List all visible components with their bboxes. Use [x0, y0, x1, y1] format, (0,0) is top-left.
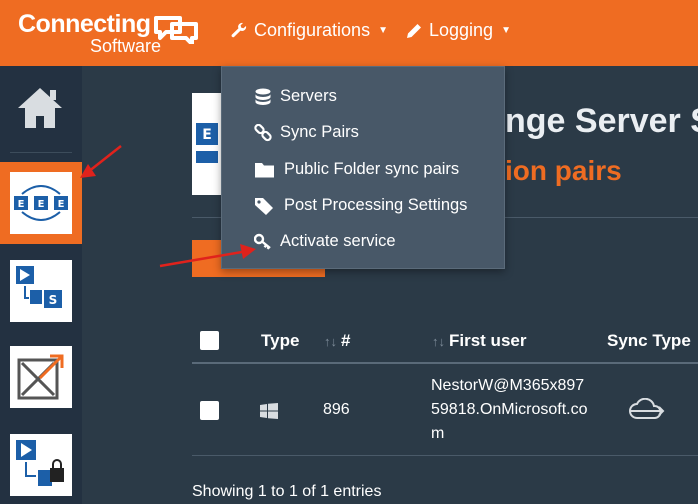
menu-item-post-processing-settings[interactable]: Post Processing Settings — [254, 196, 467, 215]
brand-subname: Software — [90, 36, 162, 56]
link-icon — [254, 123, 272, 141]
nav-logging[interactable]: Logging ▼ — [406, 20, 511, 41]
configurations-dropdown: Servers Sync Pairs Public Folder sync pa… — [221, 66, 505, 269]
sidebar-item-migration[interactable] — [10, 346, 72, 408]
brand-logo[interactable]: Connecting Software — [18, 10, 208, 56]
brand-name: Connecting — [18, 10, 151, 38]
wrench-icon — [231, 22, 247, 37]
nav-configurations-label: Configurations — [254, 20, 371, 40]
menu-item-label: Sync Pairs — [280, 123, 359, 141]
table-info: Showing 1 to 1 of 1 entries — [192, 483, 382, 500]
svg-text:E: E — [18, 199, 25, 210]
sidebar-item-dynamics-sharepoint[interactable]: S — [10, 260, 72, 322]
page-title: nge Server S — [505, 102, 698, 140]
sidebar-divider — [10, 152, 72, 153]
sort-icon: ↑↓ — [324, 334, 337, 349]
select-all-checkbox[interactable] — [200, 331, 219, 350]
menu-item-sync-pairs[interactable]: Sync Pairs — [254, 123, 359, 142]
exchange-logo: E — [192, 93, 222, 195]
brand-mark-icon — [154, 16, 198, 44]
page-subtitle: ion pairs — [505, 155, 622, 186]
column-header-id[interactable]: ↑↓ # — [324, 331, 350, 351]
exchange-sync-app-icon: E E E — [10, 172, 72, 234]
folder-icon — [255, 162, 274, 177]
nav-logging-label: Logging — [429, 20, 494, 40]
menu-item-activate-service[interactable]: Activate service — [254, 232, 396, 251]
menu-item-label: Servers — [280, 87, 337, 105]
table-header-divider — [192, 362, 698, 364]
column-header-sync-type[interactable]: Sync Type — [607, 331, 691, 351]
menu-item-servers[interactable]: Servers — [254, 87, 337, 106]
menu-item-label: Public Folder sync pairs — [284, 160, 460, 178]
table-row-divider — [192, 455, 698, 456]
top-bar: Connecting Software Configurations ▼ Log… — [0, 0, 698, 66]
windows-icon — [260, 403, 278, 419]
row-first-user: NestorW@M365x89759818.OnMicrosoft.com — [431, 377, 588, 442]
dynamics-lock-app-icon — [16, 440, 64, 486]
row-checkbox[interactable] — [200, 401, 219, 420]
migration-app-icon — [17, 354, 64, 400]
annotation-arrowhead-sidebar — [80, 164, 96, 178]
nav-configurations[interactable]: Configurations ▼ — [230, 20, 388, 41]
annotation-arrow-sidebar — [87, 145, 122, 173]
svg-text:E: E — [202, 127, 212, 143]
chevron-down-icon: ▼ — [501, 25, 511, 36]
sidebar-item-exchange-sync[interactable]: E E E — [0, 162, 82, 244]
sidebar: E E E S — [0, 66, 82, 504]
sidebar-item-dynamics-secure[interactable] — [10, 434, 72, 496]
column-header-first-user[interactable]: ↑↓ First user — [432, 331, 526, 351]
sort-icon: ↑↓ — [432, 334, 445, 349]
key-icon — [254, 233, 271, 250]
dynamics-sharepoint-app-icon: S — [16, 266, 62, 308]
column-header-type[interactable]: Type — [261, 331, 299, 351]
svg-text:E: E — [58, 199, 65, 210]
chevron-down-icon: ▼ — [378, 25, 388, 36]
tag-icon — [255, 197, 273, 215]
menu-item-public-folder-sync-pairs[interactable]: Public Folder sync pairs — [254, 160, 459, 179]
svg-text:E: E — [38, 199, 45, 210]
menu-item-label: Activate service — [280, 232, 396, 250]
menu-item-label: Post Processing Settings — [284, 196, 468, 214]
row-id: 896 — [323, 401, 350, 418]
pencil-icon — [407, 24, 421, 38]
svg-text:S: S — [49, 293, 58, 307]
home-icon[interactable] — [16, 86, 64, 130]
database-icon — [255, 88, 271, 105]
cloud-sync-icon — [629, 398, 665, 419]
